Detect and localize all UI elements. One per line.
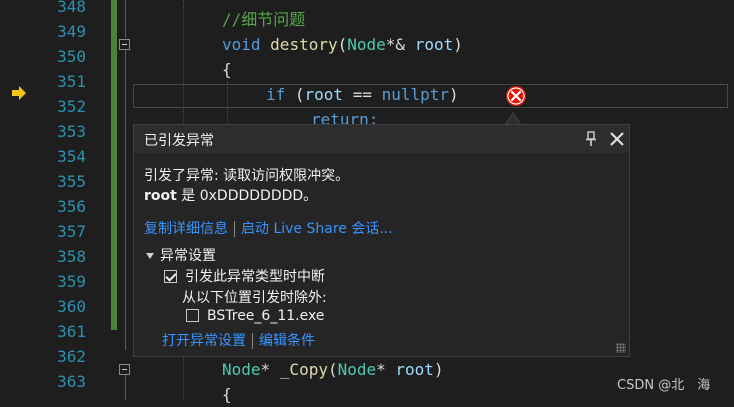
- exception-message: 引发了异常: 读取访问权限冲突。: [144, 168, 350, 184]
- line-number: 350: [57, 47, 86, 66]
- popup-header[interactable]: 已引发异常: [134, 125, 629, 153]
- parameter: root: [395, 360, 434, 379]
- glyph-margin[interactable]: [0, 0, 32, 400]
- link-separator: [234, 221, 235, 237]
- line-number: 349: [57, 22, 86, 41]
- line-number: 354: [57, 147, 86, 166]
- code-line-363[interactable]: {: [222, 382, 232, 407]
- punct: *: [260, 360, 280, 379]
- close-icon[interactable]: [608, 130, 626, 148]
- exception-detail: root 是 0xDDDDDDDD。: [144, 185, 317, 205]
- action-links: 复制详细信息 启动 Live Share 会话...: [144, 218, 393, 238]
- type-name: Node: [337, 360, 377, 379]
- line-number: 363: [57, 372, 86, 391]
- start-live-share-link[interactable]: 启动 Live Share 会话...: [241, 221, 393, 237]
- exception-variable: root: [144, 188, 177, 204]
- type-name: Node: [347, 35, 386, 54]
- edit-conditions-link[interactable]: 编辑条件: [259, 333, 315, 349]
- break-on-exception-label: 引发此异常类型时中断: [185, 269, 325, 285]
- code-line-350[interactable]: {: [222, 57, 232, 82]
- punct: (: [327, 360, 338, 379]
- code-line-348[interactable]: //细节问题: [222, 7, 305, 32]
- punct: ): [433, 360, 444, 379]
- exception-settings-header[interactable]: 异常设置: [146, 245, 216, 265]
- code-line-362[interactable]: Node* _Copy(Node* root): [222, 357, 444, 382]
- settings-links: 打开异常设置 编辑条件: [162, 330, 315, 350]
- variable: root: [304, 85, 344, 104]
- open-exception-settings-link[interactable]: 打开异常设置: [162, 333, 246, 349]
- punct: *: [376, 360, 396, 379]
- keyword: nullptr: [381, 85, 450, 104]
- line-number: 362: [57, 347, 86, 366]
- type-name: Node: [222, 360, 261, 379]
- line-number: 361: [57, 322, 86, 341]
- punct: ): [453, 35, 463, 54]
- line-number: 351: [57, 72, 86, 91]
- parameter: root: [414, 35, 454, 54]
- fold-guide: [125, 50, 126, 350]
- keyword: if: [266, 85, 286, 104]
- line-number: 360: [57, 297, 86, 316]
- punct: ): [449, 85, 459, 104]
- line-number: 356: [57, 197, 86, 216]
- popup-title: 已引发异常: [144, 133, 214, 149]
- line-number: 357: [57, 222, 86, 241]
- break-on-exception-option[interactable]: 引发此异常类型时中断: [164, 266, 325, 286]
- pin-icon[interactable]: [583, 130, 599, 148]
- watermark: CSDN @北 海: [617, 378, 711, 393]
- brace: {: [222, 385, 232, 404]
- execution-pointer-arrow-icon: [12, 86, 26, 100]
- line-number: 348: [57, 0, 86, 16]
- fold-guide: [125, 0, 126, 38]
- line-number: 358: [57, 247, 86, 266]
- punct: (: [337, 35, 348, 54]
- exception-helper-popup[interactable]: 已引发异常 引发了异常: 读取访问权限冲突。 root 是 0xDDDDDDDD…: [133, 124, 630, 357]
- line-number: 352: [57, 97, 86, 116]
- brace: {: [222, 60, 232, 79]
- resize-grip-icon[interactable]: [616, 343, 626, 353]
- line-number: 355: [57, 172, 86, 191]
- module-exception-label: BSTree_6_11.exe: [207, 308, 325, 324]
- exception-detail-text: 是 0xDDDDDDDD。: [176, 188, 318, 204]
- keyword: void: [222, 35, 261, 54]
- module-exception-option[interactable]: BSTree_6_11.exe: [186, 308, 324, 324]
- function-name: _Copy: [279, 360, 328, 379]
- line-number: 359: [57, 272, 86, 291]
- fold-guide: [125, 375, 126, 400]
- line-number: 353: [57, 122, 86, 141]
- except-when-thrown-label: 从以下位置引发时除外:: [182, 290, 327, 306]
- code-line-349[interactable]: void destory(Node*& root): [222, 32, 463, 57]
- function-name: destory: [270, 35, 338, 54]
- break-on-exception-checkbox[interactable]: [164, 270, 177, 283]
- punct: (: [285, 85, 305, 104]
- error-circle-icon[interactable]: [505, 85, 527, 107]
- copy-details-link[interactable]: 复制详细信息: [144, 221, 228, 237]
- change-tracking-bar: [111, 0, 117, 330]
- exception-settings-label: 异常设置: [160, 248, 216, 264]
- collapse-region-button[interactable]: [119, 39, 130, 50]
- triangle-down-icon: [146, 253, 154, 259]
- collapse-region-button[interactable]: [119, 364, 130, 375]
- punct: *&: [385, 35, 415, 54]
- code-line-351[interactable]: if (root == nullptr): [266, 82, 459, 107]
- module-exception-checkbox[interactable]: [186, 309, 199, 322]
- link-separator: [252, 333, 253, 349]
- comment: //细节问题: [222, 10, 306, 29]
- operator: ==: [343, 85, 382, 104]
